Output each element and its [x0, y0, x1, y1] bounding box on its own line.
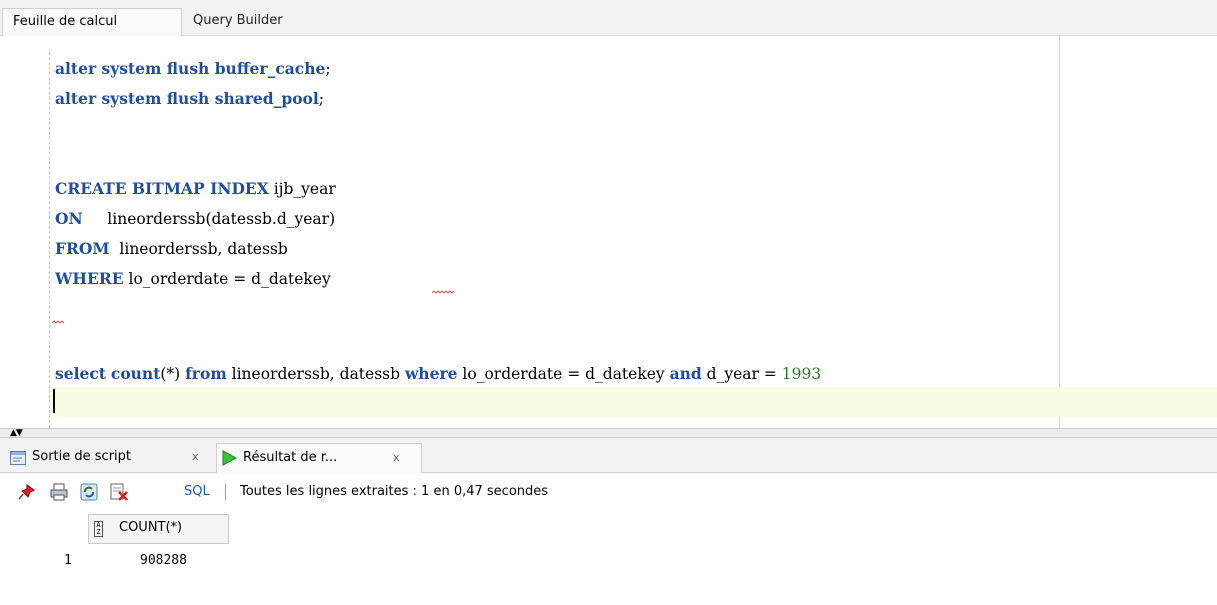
- output-tab-bar: Sortie de script x Résultat de r... x: [0, 438, 1217, 473]
- code-line-1[interactable]: alter system flush buffer_cache;: [55, 56, 331, 82]
- error-squiggle: [432, 290, 454, 294]
- keyword: from: [185, 364, 227, 383]
- code-line-7[interactable]: FROM lineorderssb, datessb: [55, 236, 288, 262]
- worksheet-tab-bar: Feuille de calcul Query Builder: [0, 0, 1217, 36]
- text-caret: [53, 389, 55, 413]
- code-line-11[interactable]: select count(*) from lineorderssb, dates…: [55, 361, 821, 387]
- keyword: select: [55, 364, 106, 383]
- tab-query-result[interactable]: Résultat de r... x: [216, 443, 422, 473]
- refresh-icon[interactable]: [80, 483, 98, 501]
- fetch-status: Toutes les lignes extraites : 1 en 0,47 …: [240, 484, 549, 499]
- code-text: lineorderssb, datessb: [226, 365, 405, 383]
- keyword: alter system flush buffer_cache: [55, 59, 326, 78]
- code-line-6[interactable]: ON lineorderssb(datessb.d_year): [55, 206, 335, 232]
- code-text: lineorderssb(datessb.d_year): [82, 210, 336, 228]
- code-line-5[interactable]: CREATE BITMAP INDEX ijb_year: [55, 176, 336, 202]
- code-text: ;: [318, 90, 325, 108]
- toolbar-separator: [225, 484, 226, 500]
- code-text: d_year =: [701, 365, 782, 383]
- keyword: and: [669, 364, 702, 383]
- keyword: WHERE: [55, 269, 124, 288]
- code-line-8[interactable]: WHERE lo_orderdate = d_datekey: [55, 266, 331, 292]
- row-number: 1: [64, 553, 72, 568]
- column-header-label: COUNT(*): [119, 520, 183, 535]
- tab-script-output[interactable]: Sortie de script x: [6, 443, 214, 473]
- run-icon: [222, 450, 237, 466]
- pin-icon[interactable]: [18, 483, 36, 501]
- keyword: alter system flush shared_pool: [55, 89, 319, 108]
- tab-worksheet[interactable]: Feuille de calcul: [2, 8, 182, 36]
- keyword: count: [110, 364, 161, 383]
- close-icon[interactable]: x: [192, 443, 199, 471]
- print-icon[interactable]: [50, 483, 68, 501]
- close-icon[interactable]: x: [393, 444, 400, 472]
- keyword: ON: [55, 209, 83, 228]
- code-text: ;: [325, 60, 331, 78]
- number-literal: 1993: [781, 365, 822, 383]
- script-output-icon: [10, 451, 26, 465]
- pane-splitter[interactable]: ▲▼: [0, 428, 1217, 438]
- sql-link[interactable]: SQL: [184, 482, 210, 502]
- result-toolbar: SQL Toutes les lignes extraites : 1 en 0…: [0, 473, 1217, 511]
- collapse-arrows-icon[interactable]: ▲▼: [10, 428, 23, 438]
- right-margin-line: [1059, 36, 1060, 428]
- column-header-count[interactable]: A Z COUNT(*): [88, 514, 229, 544]
- code-text: (*): [160, 365, 186, 383]
- result-grid[interactable]: A Z COUNT(*) 1 908288: [0, 511, 1217, 605]
- current-line-highlight: [50, 387, 1217, 417]
- table-cell[interactable]: 908288: [140, 553, 187, 568]
- delete-icon[interactable]: [110, 483, 128, 501]
- code-text: lineorderssb, datessb: [109, 240, 288, 258]
- tab-query-result-label: Résultat de r...: [243, 450, 338, 465]
- tab-query-builder[interactable]: Query Builder: [183, 8, 323, 36]
- code-text: lo_orderdate = d_datekey: [123, 270, 331, 288]
- keyword: CREATE BITMAP INDEX: [55, 179, 269, 198]
- code-text: ijb_year: [268, 180, 336, 198]
- error-squiggle: [52, 320, 64, 324]
- keyword: where: [404, 364, 458, 383]
- gutter-guide: [49, 52, 50, 428]
- sort-az-icon[interactable]: A Z: [94, 521, 103, 537]
- code-text: lo_orderdate = d_datekey: [457, 365, 670, 383]
- sql-editor[interactable]: alter system flush buffer_cache; alter s…: [0, 36, 1217, 428]
- tab-script-output-label: Sortie de script: [32, 449, 131, 464]
- keyword: FROM: [55, 239, 110, 258]
- code-line-2[interactable]: alter system flush shared_pool;: [55, 86, 324, 112]
